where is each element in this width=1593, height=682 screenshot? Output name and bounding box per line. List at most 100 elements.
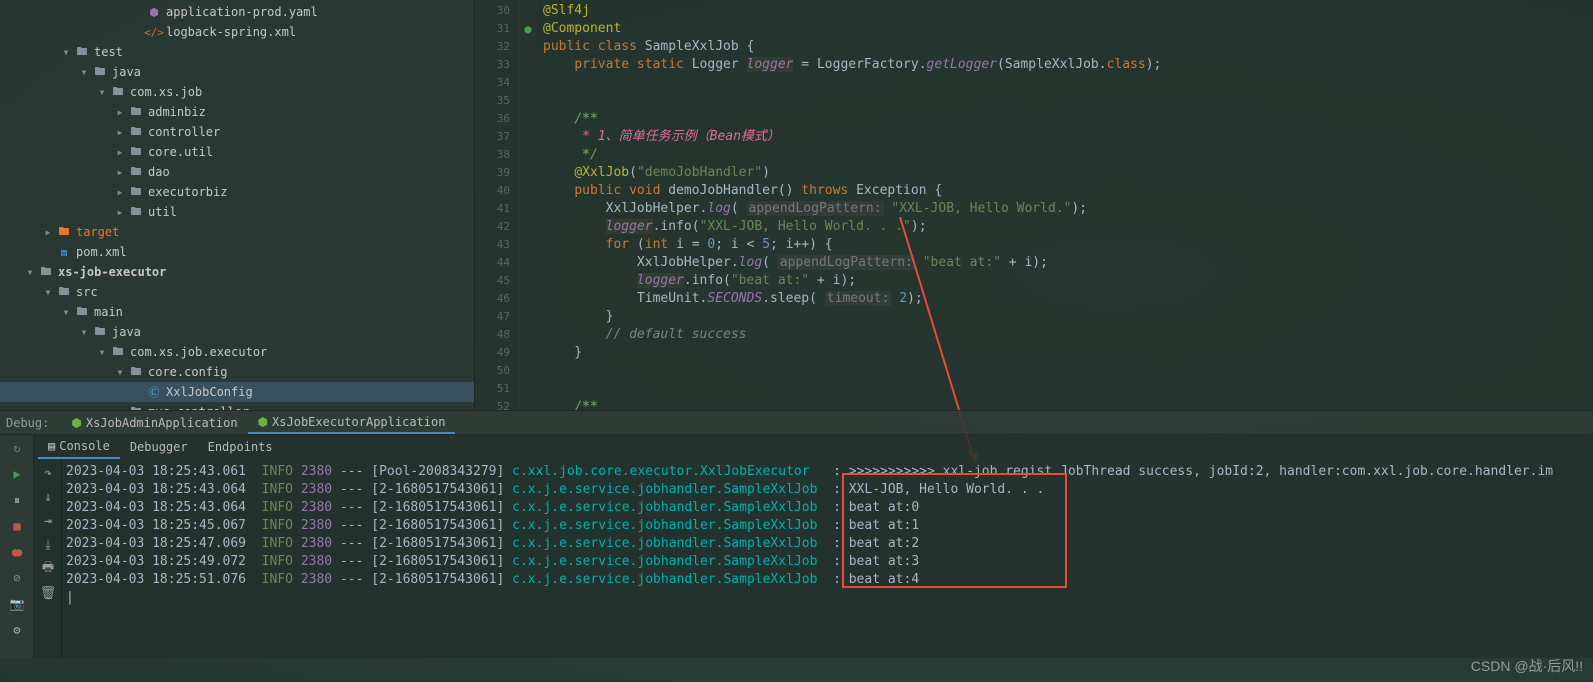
tree-arrow-icon[interactable]: ▾ [78, 325, 90, 339]
tree-arrow-icon[interactable]: ▸ [114, 205, 126, 219]
gutter-markers: ● [519, 0, 537, 410]
line-number: 31 [475, 20, 510, 38]
code-editor[interactable]: 3031323334353637383940414243444546474849… [475, 0, 1593, 410]
tree-item[interactable]: ▸🖿target [0, 222, 474, 242]
code-area[interactable]: @Slf4j@Componentpublic class SampleXxlJo… [537, 0, 1593, 410]
code-line[interactable]: @XxlJob("demoJobHandler") [543, 164, 1587, 182]
tree-item[interactable]: ▾🖿mvc.controller [0, 402, 474, 410]
settings-icon[interactable]: ⚙ [0, 617, 34, 643]
tree-item[interactable]: ▸🖿executorbiz [0, 182, 474, 202]
code-line[interactable]: } [543, 308, 1587, 326]
tree-arrow-icon[interactable]: ▸ [114, 165, 126, 179]
tree-item[interactable]: mpom.xml [0, 242, 474, 262]
folder-icon: 🖿 [128, 124, 144, 140]
tree-item[interactable]: ▸🖿core.util [0, 142, 474, 162]
class-icon: Ⓒ [146, 384, 162, 400]
gutter-marker [519, 362, 537, 380]
tree-arrow-icon[interactable]: ▾ [42, 285, 54, 299]
console-tab[interactable]: Debugger [120, 435, 198, 459]
step-into-icon[interactable]: ↓ [34, 485, 62, 509]
tree-item[interactable]: ▾🖿src [0, 282, 474, 302]
tree-item[interactable]: ▾🖿java [0, 322, 474, 342]
code-line[interactable]: } [543, 344, 1587, 362]
code-line[interactable]: */ [543, 146, 1587, 164]
console-tab[interactable]: ▤Console [38, 435, 120, 459]
project-tree[interactable]: ⬢application-prod.yaml</>logback-spring.… [0, 0, 475, 410]
code-line[interactable]: * 1、简单任务示例（Bean模式） [543, 128, 1587, 146]
code-line[interactable]: logger.info("XXL-JOB, Hello World. . .")… [543, 218, 1587, 236]
tree-item[interactable]: ▸🖿dao [0, 162, 474, 182]
pause-button[interactable]: ⏸ [0, 487, 34, 513]
tree-item[interactable]: Ⓒ XxlJobConfig [0, 382, 474, 402]
tree-item[interactable]: ▸🖿util [0, 202, 474, 222]
tree-label: java [112, 65, 141, 79]
code-line[interactable] [543, 74, 1587, 92]
print-icon[interactable]: 🖶 [34, 557, 62, 581]
rerun-button[interactable]: ↻ [0, 435, 34, 461]
view-breakpoints-button[interactable]: ●● [0, 539, 34, 565]
tree-arrow-icon[interactable]: ▸ [42, 225, 54, 239]
scroll-end-icon[interactable]: ⤓ [34, 533, 62, 557]
code-line[interactable]: TimeUnit.SECONDS.sleep( timeout: 2); [543, 290, 1587, 308]
tree-item[interactable]: ▾🖿xs-job-executor [0, 262, 474, 282]
tree-arrow-icon[interactable]: ▸ [114, 125, 126, 139]
line-number: 36 [475, 110, 510, 128]
debug-config-tab[interactable]: ⬢XsJobAdminApplication [61, 411, 247, 434]
code-line[interactable] [543, 92, 1587, 110]
code-line[interactable]: XxlJobHelper.log( appendLogPattern: "bea… [543, 254, 1587, 272]
tree-arrow-icon[interactable]: ▾ [114, 365, 126, 379]
tree-arrow-icon[interactable]: ▾ [24, 265, 36, 279]
tree-item[interactable]: ▸🖿 controller [0, 122, 474, 142]
code-line[interactable]: /** [543, 110, 1587, 128]
code-line[interactable]: XxlJobHelper.log( appendLogPattern: "XXL… [543, 200, 1587, 218]
code-line[interactable]: @Slf4j [543, 2, 1587, 20]
tree-arrow-icon[interactable]: ▾ [96, 345, 108, 359]
tree-arrow-icon[interactable]: ▸ [114, 185, 126, 199]
tree-item[interactable]: ▾🖿core.config [0, 362, 474, 382]
tree-item[interactable]: ⬢application-prod.yaml [0, 2, 474, 22]
camera-icon[interactable]: 📷 [0, 591, 34, 617]
step-over-icon[interactable]: ↷ [34, 461, 62, 485]
tree-item[interactable]: ▾🖿com.xs.job [0, 82, 474, 102]
line-number: 37 [475, 128, 510, 146]
tree-arrow-icon[interactable]: ▾ [60, 305, 72, 319]
code-line[interactable]: /** [543, 398, 1587, 410]
tree-arrow-icon[interactable]: ▸ [114, 105, 126, 119]
tree-label: dao [148, 165, 170, 179]
code-line[interactable]: private static Logger logger = LoggerFac… [543, 56, 1587, 74]
tree-item[interactable]: </>logback-spring.xml [0, 22, 474, 42]
tree-arrow-icon[interactable]: ▾ [78, 65, 90, 79]
tree-item[interactable]: ▸🖿adminbiz [0, 102, 474, 122]
tree-item[interactable]: ▾🖿test [0, 42, 474, 62]
tree-arrow-icon[interactable]: ▾ [96, 85, 108, 99]
tree-item[interactable]: ▾🖿java [0, 62, 474, 82]
stop-button[interactable]: ■ [0, 513, 34, 539]
code-line[interactable] [543, 362, 1587, 380]
code-line[interactable]: for (int i = 0; i < 5; i++) { [543, 236, 1587, 254]
line-number: 38 [475, 146, 510, 164]
tree-item[interactable]: ▾🖿com.xs.job.executor [0, 342, 474, 362]
tree-item[interactable]: ▾🖿main [0, 302, 474, 322]
tree-arrow-icon[interactable]: ▾ [60, 45, 72, 59]
code-line[interactable]: logger.info("beat at:" + i); [543, 272, 1587, 290]
log-line: 2023-04-03 18:25:51.076 INFO 2380 --- [2… [66, 571, 1589, 589]
clear-icon[interactable]: 🗑 [34, 581, 62, 605]
tree-label: XxlJobConfig [166, 385, 253, 399]
debug-config-tab[interactable]: ⬢XsJobExecutorApplication [248, 411, 456, 434]
console-tab[interactable]: Endpoints [198, 435, 283, 459]
code-line[interactable]: @Component [543, 20, 1587, 38]
mute-breakpoints-button[interactable]: ⊘ [0, 565, 34, 591]
target-icon: 🖿 [56, 224, 72, 240]
code-line[interactable]: // default success [543, 326, 1587, 344]
code-line[interactable]: public void demoJobHandler() throws Exce… [543, 182, 1587, 200]
folder-icon: 🖿 [128, 184, 144, 200]
tree-label: controller [148, 125, 220, 139]
code-line[interactable] [543, 380, 1587, 398]
xml-icon: </> [146, 24, 162, 40]
console-output[interactable]: 2023-04-03 18:25:43.061 INFO 2380 --- [P… [62, 459, 1593, 658]
tree-arrow-icon[interactable]: ▸ [114, 145, 126, 159]
log-line: 2023-04-03 18:25:43.061 INFO 2380 --- [P… [66, 463, 1589, 481]
resume-button[interactable]: ▶ [0, 461, 34, 487]
soft-wrap-icon[interactable]: ⇥ [34, 509, 62, 533]
code-line[interactable]: public class SampleXxlJob { [543, 38, 1587, 56]
